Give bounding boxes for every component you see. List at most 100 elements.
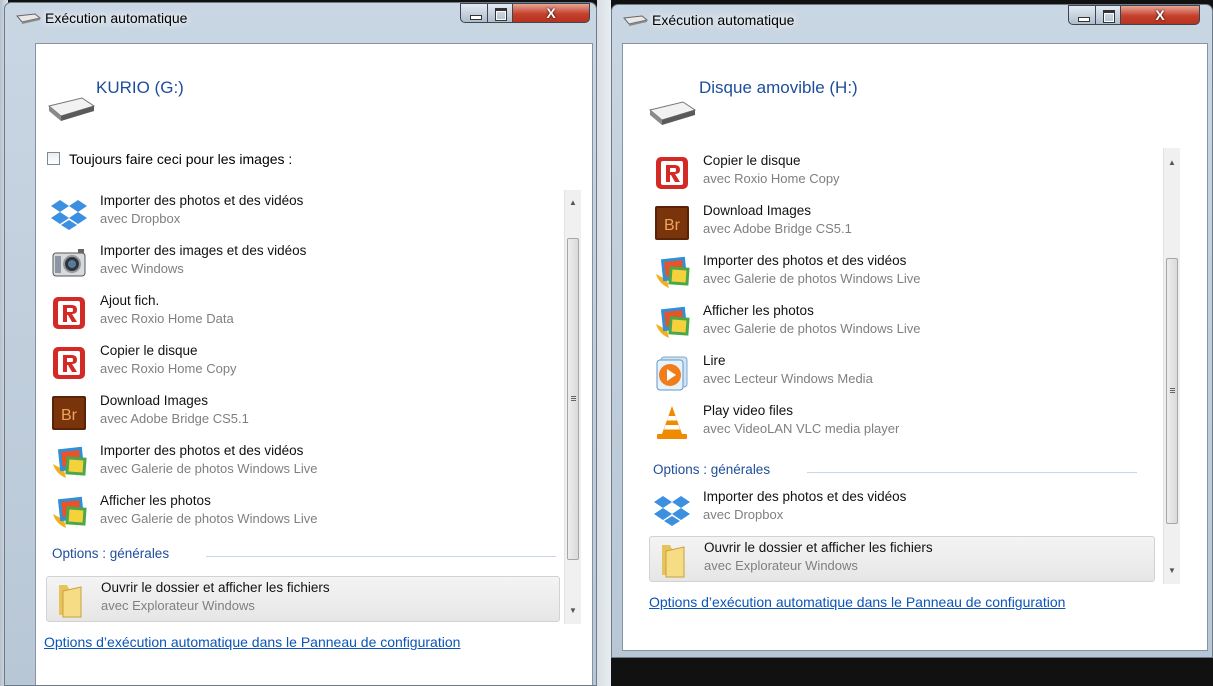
removable-drive-icon: [648, 101, 697, 125]
list-item-selected[interactable]: Ouvrir le dossier et afficher les fichie…: [46, 576, 560, 622]
item-title: Download Images: [100, 393, 209, 408]
window-client-area: Disque amovible (H:) Copier le disque av…: [622, 43, 1208, 651]
list-item[interactable]: Copier le disque avec Roxio Home Copy: [46, 340, 566, 384]
item-subtitle: avec Adobe Bridge CS5.1: [100, 411, 249, 426]
scroll-grip-icon: [1170, 392, 1175, 393]
section-divider: [206, 556, 556, 557]
window-controls: X: [1068, 5, 1200, 27]
svg-text:Br: Br: [664, 217, 681, 234]
item-subtitle: avec Roxio Home Copy: [100, 361, 237, 376]
item-subtitle: avec Galerie de photos Windows Live: [703, 321, 921, 336]
action-list: Importer des photos et des vidéos avec D…: [46, 190, 570, 624]
vertical-scrollbar[interactable]: ▲ ▼: [564, 190, 581, 624]
vlc-icon: [657, 406, 687, 439]
item-subtitle: avec Roxio Home Data: [100, 311, 234, 326]
item-title: Download Images: [703, 203, 812, 218]
dropbox-icon: [654, 496, 690, 526]
roxio-icon: [656, 157, 688, 189]
item-title: Ouvrir le dossier et afficher les fichie…: [704, 540, 933, 555]
close-icon: X: [1155, 7, 1165, 23]
section-divider: [807, 472, 1137, 473]
roxio-icon: [53, 297, 85, 329]
section-general-label: Options : générales: [52, 546, 170, 561]
control-panel-link[interactable]: Options d’exécution automatique dans le …: [649, 594, 1065, 610]
item-subtitle: avec Explorateur Windows: [101, 598, 255, 613]
scroll-thumb[interactable]: [567, 238, 579, 560]
maximize-button[interactable]: [487, 3, 513, 23]
svg-text:Br: Br: [61, 407, 78, 424]
action-list: Copier le disque avec Roxio Home Copy Br…: [649, 148, 1163, 584]
item-title: Afficher les photos: [100, 493, 211, 508]
desktop-strip-middle: [597, 0, 611, 686]
item-title: Copier le disque: [703, 153, 801, 168]
scroll-grip-icon: [571, 396, 576, 397]
scroll-grip-icon: [571, 398, 576, 399]
scroll-up-button[interactable]: ▲: [1164, 154, 1180, 171]
vertical-scrollbar[interactable]: ▲ ▼: [1163, 148, 1180, 584]
minimize-button[interactable]: [1068, 5, 1096, 25]
list-item-selected[interactable]: Ouvrir le dossier et afficher les fichie…: [649, 536, 1155, 582]
photo-gallery-icon: [53, 496, 87, 528]
item-subtitle: avec VideoLAN VLC media player: [703, 421, 900, 436]
list-item[interactable]: Importer des photos et des vidéos avec D…: [46, 190, 566, 234]
control-panel-link[interactable]: Options d’exécution automatique dans le …: [44, 634, 460, 650]
item-title: Importer des photos et des vidéos: [100, 193, 304, 208]
list-item[interactable]: Copier le disque avec Roxio Home Copy: [649, 150, 1159, 194]
list-item[interactable]: Importer des images et des vidéos avec W…: [46, 240, 566, 284]
scroll-grip-icon: [1170, 390, 1175, 391]
item-title: Ouvrir le dossier et afficher les fichie…: [101, 580, 330, 595]
item-subtitle: avec Galerie de photos Windows Live: [100, 511, 318, 526]
maximize-icon: [495, 8, 507, 21]
item-title: Copier le disque: [100, 343, 198, 358]
roxio-icon: [53, 347, 85, 379]
dropbox-icon: [51, 200, 87, 230]
autoplay-window-kurio: Exécution automatique X KURIO (G:) Toujo…: [4, 2, 597, 686]
minimize-button[interactable]: [460, 3, 488, 23]
item-subtitle: avec Galerie de photos Windows Live: [703, 271, 921, 286]
list-item[interactable]: Afficher les photos avec Galerie de phot…: [649, 300, 1159, 344]
maximize-icon: [1103, 10, 1115, 23]
item-title: Ajout fich.: [100, 293, 160, 308]
close-icon: X: [546, 5, 556, 21]
item-title: Importer des photos et des vidéos: [703, 253, 907, 268]
media-player-icon: [656, 356, 688, 391]
drive-name: Disque amovible (H:): [699, 78, 858, 97]
item-subtitle: avec Windows: [100, 261, 184, 276]
list-item[interactable]: Afficher les photos avec Galerie de phot…: [46, 490, 566, 534]
always-do-checkbox[interactable]: [47, 152, 60, 165]
scroll-grip-icon: [571, 400, 576, 401]
item-subtitle: avec Explorateur Windows: [704, 558, 858, 573]
scroll-down-button[interactable]: ▼: [565, 602, 581, 619]
drive-title-icon: [16, 13, 41, 24]
camera-icon: [52, 249, 86, 277]
list-item[interactable]: Br Download Images avec Adobe Bridge CS5…: [46, 390, 566, 434]
list-item[interactable]: Play video files avec VideoLAN VLC media…: [649, 400, 1159, 444]
maximize-button[interactable]: [1095, 5, 1121, 25]
scroll-thumb[interactable]: [1166, 258, 1178, 524]
window-client-area: KURIO (G:) Toujours faire ceci pour les …: [35, 43, 593, 685]
list-item[interactable]: Ajout fich. avec Roxio Home Data: [46, 290, 566, 334]
list-item[interactable]: Importer des photos et des vidéos avec G…: [649, 250, 1159, 294]
window-title: Exécution automatique: [45, 10, 188, 26]
photo-gallery-icon: [656, 256, 690, 288]
item-subtitle: avec Dropbox: [100, 211, 181, 226]
close-button[interactable]: X: [1120, 5, 1200, 25]
adobe-bridge-icon: Br: [655, 206, 689, 240]
item-title: Importer des images et des vidéos: [100, 243, 307, 258]
close-button[interactable]: X: [512, 3, 590, 23]
list-item[interactable]: Importer des photos et des vidéos avec G…: [46, 440, 566, 484]
item-subtitle: avec Galerie de photos Windows Live: [100, 461, 318, 476]
always-do-label[interactable]: Toujours faire ceci pour les images :: [69, 151, 292, 167]
scroll-up-button[interactable]: ▲: [565, 194, 581, 211]
minimize-icon: [1078, 17, 1090, 22]
item-title: Play video files: [703, 403, 794, 418]
item-subtitle: avec Dropbox: [703, 507, 784, 522]
window-controls: X: [460, 3, 590, 25]
item-title: Importer des photos et des vidéos: [703, 489, 907, 504]
list-item[interactable]: Lire avec Lecteur Windows Media: [649, 350, 1159, 394]
removable-drive-icon: [47, 97, 96, 121]
drive-name: KURIO (G:): [96, 78, 184, 97]
scroll-down-button[interactable]: ▼: [1164, 562, 1180, 579]
list-item[interactable]: Importer des photos et des vidéos avec D…: [649, 486, 1159, 530]
list-item[interactable]: Br Download Images avec Adobe Bridge CS5…: [649, 200, 1159, 244]
